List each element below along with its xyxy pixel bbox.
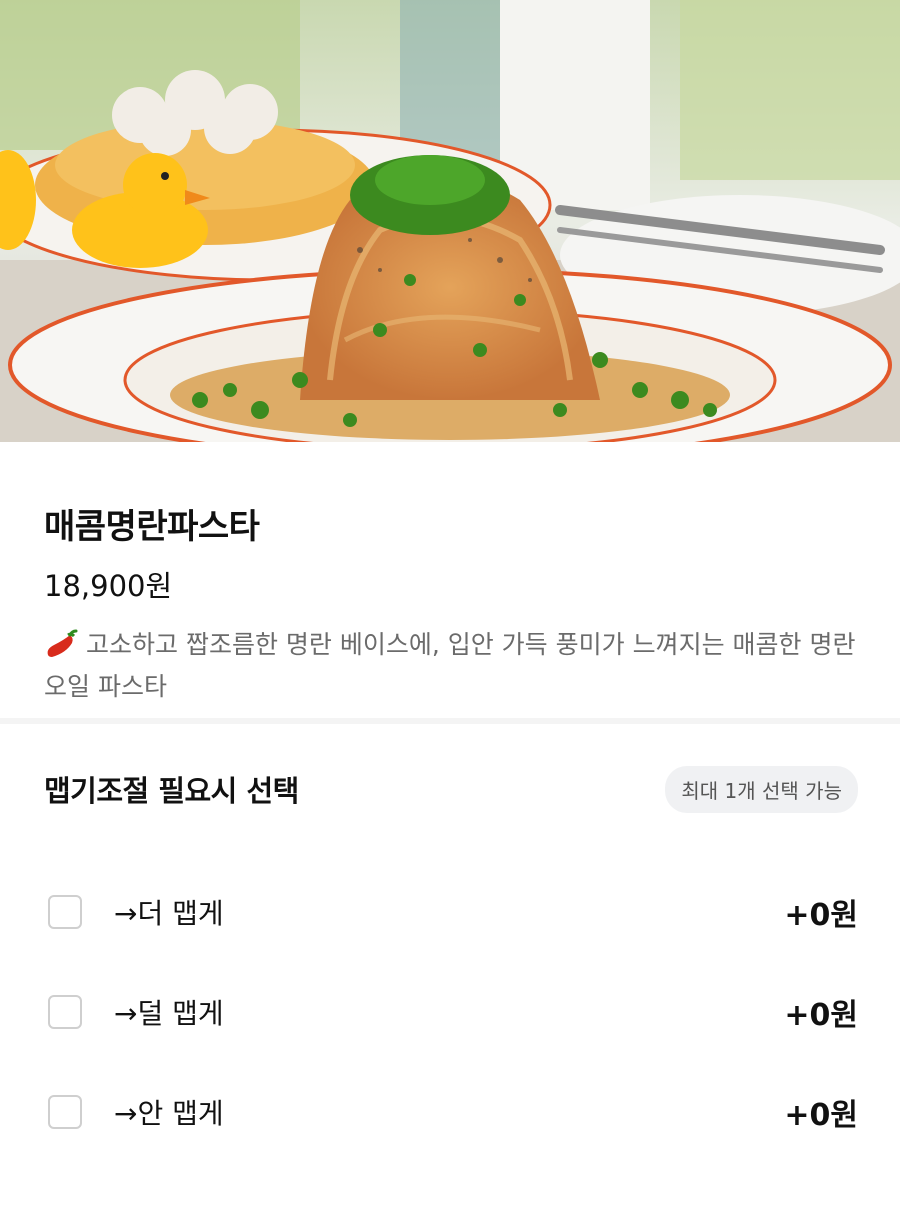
option-price: +0원 bbox=[784, 998, 858, 1033]
option-checkbox[interactable] bbox=[48, 895, 82, 929]
option-item[interactable]: →더 맵게 +0원 bbox=[0, 862, 900, 962]
option-group: 맵기조절 필요시 선택 최대 1개 선택 가능 →더 맵게 +0원 →덜 맵게 … bbox=[0, 724, 900, 1162]
option-price: +0원 bbox=[784, 898, 858, 933]
option-checkbox[interactable] bbox=[48, 1095, 82, 1129]
product-description: 고소하고 짭조름한 명란 베이스에, 입안 가득 풍미가 느껴지는 매콤한 명란… bbox=[44, 624, 864, 708]
option-label: →안 맵게 bbox=[114, 1097, 224, 1130]
product-price: 18,900원 bbox=[44, 569, 173, 603]
description-text: 고소하고 짭조름한 명란 베이스에, 입안 가득 풍미가 느껴지는 매콤한 명란… bbox=[44, 630, 856, 701]
option-label: →더 맵게 bbox=[114, 897, 224, 930]
chili-pepper-icon bbox=[44, 629, 78, 659]
option-item[interactable]: →안 맵게 +0원 bbox=[0, 1062, 900, 1162]
option-checkbox[interactable] bbox=[48, 995, 82, 1029]
product-info: 매콤명란파스타 18,900원 고소하고 짭조름한 명란 베이스에, 입안 가득… bbox=[0, 442, 900, 718]
option-limit-badge: 최대 1개 선택 가능 bbox=[665, 765, 858, 813]
product-name: 매콤명란파스타 bbox=[44, 507, 260, 547]
option-label: →덜 맵게 bbox=[114, 997, 224, 1030]
product-image bbox=[0, 0, 900, 442]
pasta-photo bbox=[0, 0, 900, 442]
option-group-title: 맵기조절 필요시 선택 bbox=[44, 774, 299, 808]
option-item[interactable]: →덜 맵게 +0원 bbox=[0, 962, 900, 1062]
option-price: +0원 bbox=[784, 1098, 858, 1133]
